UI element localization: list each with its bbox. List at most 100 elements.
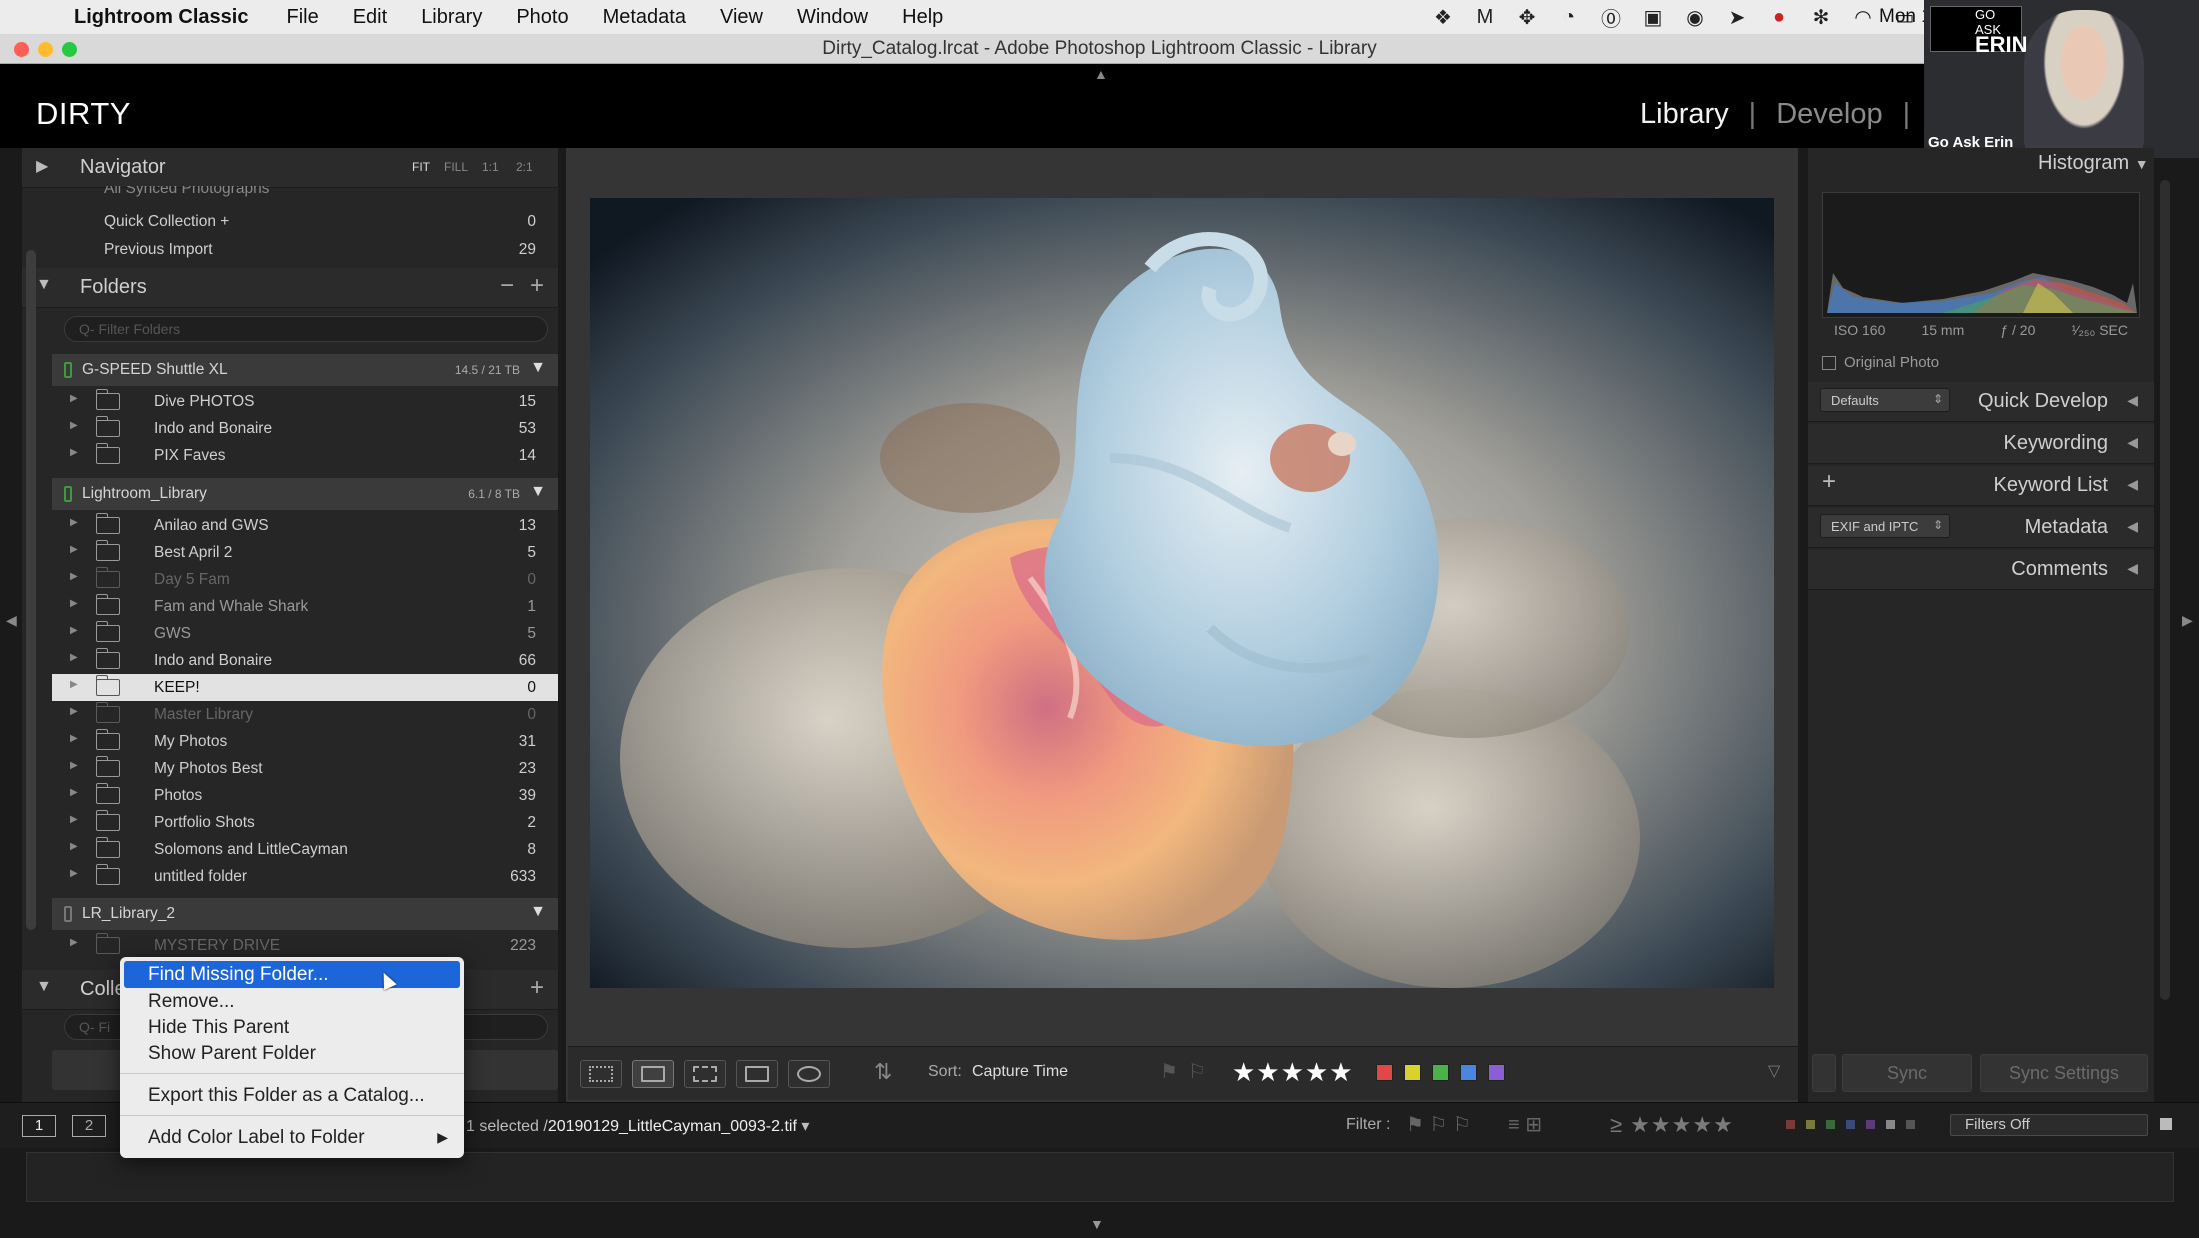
survey-view-button[interactable] <box>736 1060 778 1088</box>
menu-item-find-missing-folder[interactable]: Find Missing Folder... <box>124 961 460 988</box>
add-keyword-icon[interactable]: + <box>1822 468 1836 496</box>
menu-edit[interactable]: Edit <box>353 6 387 29</box>
right-scrollbar[interactable] <box>2160 180 2170 1000</box>
expand-triangle-icon[interactable]: ◀ <box>2127 392 2138 409</box>
volume-expand-icon[interactable]: ▼ <box>530 483 546 501</box>
grid-view-button[interactable] <box>580 1060 622 1088</box>
expand-triangle-icon[interactable]: ◀ <box>2127 518 2138 535</box>
color-label-blue[interactable] <box>1460 1064 1477 1081</box>
color-label-purple[interactable] <box>1488 1064 1505 1081</box>
menu-item-remove[interactable]: Remove... <box>120 988 464 1015</box>
folder-row[interactable]: ▶ My Photos Best 23 <box>52 755 558 782</box>
sort-select[interactable]: Capture Time <box>972 1063 1068 1081</box>
histogram-header[interactable]: Histogram ▼ <box>2038 152 2149 175</box>
main-photo[interactable] <box>590 198 1774 988</box>
disclosure-icon[interactable]: ▶ <box>70 598 78 609</box>
zoom-1-1[interactable]: 1:1 <box>482 160 499 174</box>
folder-row[interactable]: ▶ Dive PHOTOS 15 <box>52 388 558 415</box>
folder-row[interactable]: ▶ MYSTERY DRIVE 223 <box>52 932 558 959</box>
catalog-item-previous-import[interactable]: Previous Import 29 <box>52 236 558 263</box>
sync-button[interactable]: Sync <box>1842 1054 1972 1092</box>
creative-cloud-icon[interactable]: ◉ <box>1683 5 1707 30</box>
menu-item-add-color-label[interactable]: Add Color Label to Folder ▶ <box>120 1124 464 1151</box>
top-panel-toggle-icon[interactable]: ▲ <box>1094 66 1108 82</box>
add-folder-icon[interactable]: + <box>530 272 544 300</box>
collapse-triangle-icon[interactable]: ▶ <box>36 156 48 176</box>
filter-preset-select[interactable]: Filters Off <box>1950 1114 2148 1136</box>
screen-icon[interactable]: ▣ <box>1641 5 1665 30</box>
folder-row[interactable]: ▶ Fam and Whale Shark 1 <box>52 593 558 620</box>
folder-row[interactable]: ▶ Indo and Bonaire 53 <box>52 415 558 442</box>
left-panel-toggle-icon[interactable]: ◀ <box>6 612 17 629</box>
toolbar-options-icon[interactable]: ▽ <box>1768 1061 1780 1081</box>
checkbox-icon[interactable] <box>1822 356 1836 371</box>
reject-flag-icon[interactable]: ⚐ <box>1188 1059 1206 1084</box>
color-label-yellow[interactable] <box>1404 1064 1421 1081</box>
right-panel-toggle-icon[interactable]: ▶ <box>2182 612 2193 629</box>
remove-folder-icon[interactable]: − <box>500 272 514 300</box>
volume-expand-icon[interactable]: ▼ <box>530 359 546 377</box>
folder-row[interactable]: ▶ Indo and Bonaire 66 <box>52 647 558 674</box>
arrow-icon[interactable]: ➤ <box>1725 5 1749 30</box>
disclosure-icon[interactable]: ▶ <box>70 814 78 825</box>
star-rating[interactable]: ★★★★★ <box>1232 1057 1354 1088</box>
disclosure-icon[interactable]: ▶ <box>70 393 78 404</box>
menu-item-export-catalog[interactable]: Export this Folder as a Catalog... <box>120 1082 464 1109</box>
menu-item-hide-parent[interactable]: Hide This Parent <box>120 1014 464 1041</box>
menu-metadata[interactable]: Metadata <box>603 6 686 29</box>
color-label-red[interactable] <box>1376 1064 1393 1081</box>
wifi-icon[interactable]: ◠ <box>1851 5 1875 30</box>
left-scrollbar[interactable] <box>26 250 36 930</box>
folder-row[interactable]: ▶ Day 5 Fam 0 <box>52 566 558 593</box>
filter-color-labels[interactable] <box>1786 1120 1936 1130</box>
menu-window[interactable]: Window <box>797 6 868 29</box>
disclosure-icon[interactable]: ▶ <box>70 787 78 798</box>
disclosure-icon[interactable]: ▶ <box>70 652 78 663</box>
preset-select[interactable]: Defaults <box>1820 388 1950 412</box>
folder-row[interactable]: ▶ Portfolio Shots 2 <box>52 809 558 836</box>
cloud-icon[interactable]: ✥ <box>1515 5 1539 30</box>
disclosure-icon[interactable]: ▶ <box>70 760 78 771</box>
folder-row[interactable]: ▶ GWS 5 <box>52 620 558 647</box>
loupe-view-button[interactable] <box>632 1060 674 1088</box>
menu-view[interactable]: View <box>720 6 763 29</box>
folder-row[interactable]: ▶ My Photos 31 <box>52 728 558 755</box>
filmstrip[interactable] <box>26 1152 2174 1202</box>
volume-lr-library-2[interactable]: LR_Library_2 ▼ <box>52 898 558 930</box>
quick-develop-header[interactable]: Defaults Quick Develop ◀ <box>1808 382 2154 422</box>
secondary-window-button[interactable]: 2 <box>72 1115 106 1137</box>
dropbox-icon[interactable]: ❖ <box>1431 5 1455 30</box>
one-password-icon[interactable]: ⓪ <box>1599 3 1623 32</box>
bluetooth-icon[interactable]: ✻ <box>1809 5 1833 30</box>
disclosure-icon[interactable]: ▶ <box>70 841 78 852</box>
folder-row[interactable]: ▶ Anilao and GWS 13 <box>52 512 558 539</box>
zoom-fit[interactable]: FIT <box>412 160 430 174</box>
m-app-icon[interactable]: M <box>1473 6 1497 29</box>
disclosure-icon[interactable]: ▶ <box>70 420 78 431</box>
folder-row[interactable]: ▶ untitled folder 633 <box>52 863 558 890</box>
gauge-icon[interactable]: ◔ <box>1557 6 1581 29</box>
sort-direction-icon[interactable]: ⇅ <box>874 1059 892 1085</box>
expand-triangle-icon[interactable]: ◀ <box>2127 434 2138 451</box>
keyword-list-header[interactable]: + Keyword List ◀ <box>1808 466 2154 506</box>
folder-row-selected[interactable]: ▶ KEEP! 0 <box>52 674 558 701</box>
metadata-header[interactable]: EXIF and IPTC Metadata ◀ <box>1808 508 2154 548</box>
folder-row[interactable]: ▶ PIX Faves 14 <box>52 442 558 469</box>
folder-row[interactable]: ▶ Best April 25 <box>52 539 558 566</box>
navigator-header[interactable]: ▶ Navigator FIT FILL 1:1 2:1 <box>22 148 558 188</box>
folders-header[interactable]: ▼ Folders − + <box>22 268 558 308</box>
expand-triangle-icon[interactable]: ▼ <box>36 276 52 294</box>
folder-filter-search[interactable]: Q- Filter Folders <box>64 316 548 342</box>
comments-header[interactable]: Comments ◀ <box>1808 550 2154 590</box>
record-icon[interactable]: ● <box>1767 6 1791 29</box>
compare-view-button[interactable] <box>684 1060 726 1088</box>
selected-filename[interactable]: 20190129_LittleCayman_0093-2.tif <box>548 1118 797 1135</box>
zoom-fill[interactable]: FILL <box>444 160 468 174</box>
filmstrip-toggle-icon[interactable]: ▼ <box>1090 1216 1104 1232</box>
disclosure-icon[interactable]: ▶ <box>70 625 78 636</box>
zoom-2-1[interactable]: 2:1 <box>516 160 533 174</box>
expand-triangle-icon[interactable]: ▼ <box>36 978 52 996</box>
add-collection-icon[interactable]: + <box>530 974 544 1002</box>
disclosure-icon[interactable]: ▶ <box>70 517 78 528</box>
menu-file[interactable]: File <box>286 6 318 29</box>
